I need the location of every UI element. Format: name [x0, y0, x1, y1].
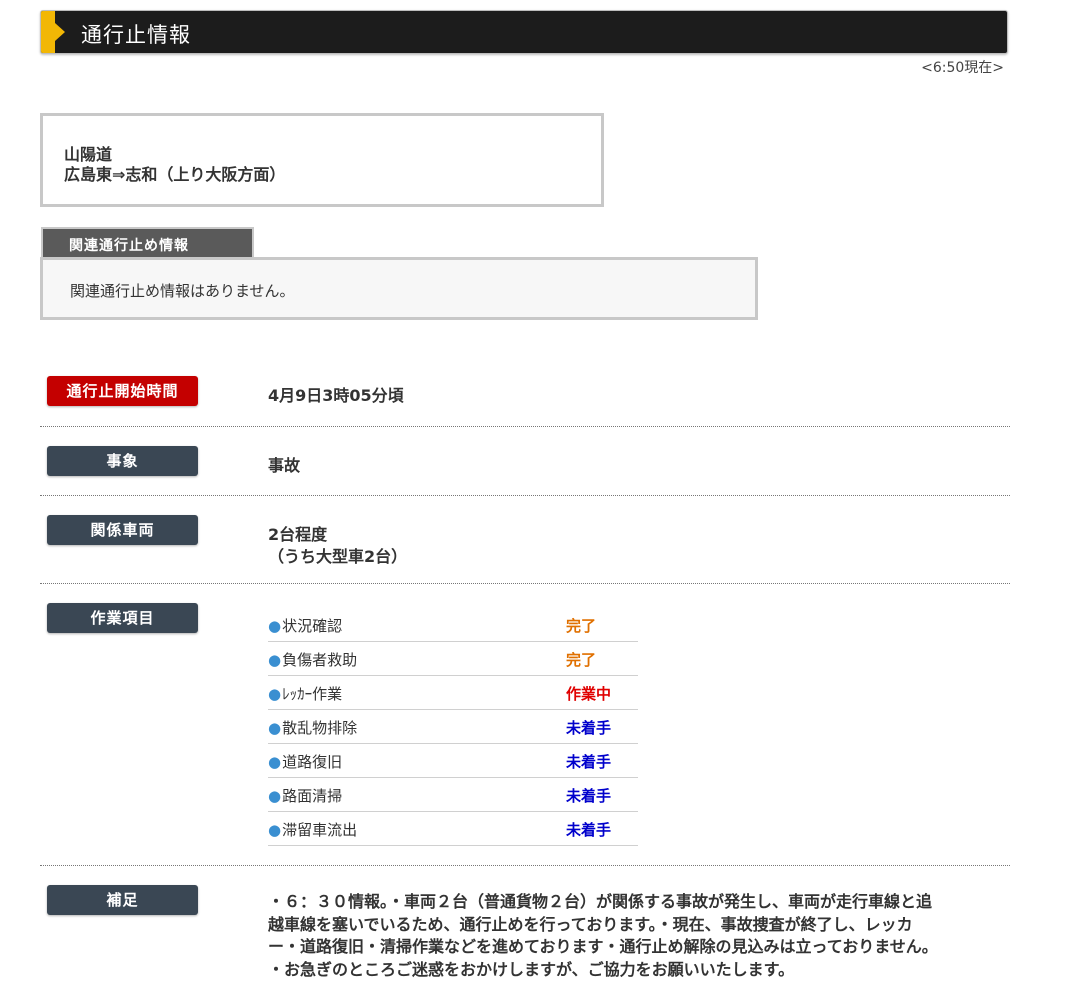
bullet-dot-icon: ●	[268, 719, 282, 737]
task-name: ●滞留車流出	[268, 819, 357, 840]
task-row: ●散乱物排除 未着手	[268, 710, 638, 744]
bullet-dot-icon: ●	[268, 685, 282, 703]
task-name: ●負傷者救助	[268, 649, 357, 670]
task-status: 未着手	[566, 787, 612, 805]
task-name-text: 道路復旧	[282, 753, 343, 771]
task-name-text: 散乱物排除	[282, 719, 358, 737]
task-row: ●路面清掃 未着手	[268, 778, 638, 812]
divider	[40, 495, 1010, 496]
page-title: 通行止情報	[81, 23, 191, 47]
task-row: ●ﾚｯｶｰ作業 作業中	[268, 676, 638, 710]
task-name: ●散乱物排除	[268, 717, 357, 738]
task-row: ●滞留車流出 未着手	[268, 812, 638, 846]
task-status: 作業中	[566, 685, 612, 703]
task-name: ●路面清掃	[268, 785, 342, 806]
vehicles-count: 2台程度	[268, 525, 328, 544]
supplement-text: ・６：３０情報。・車両２台（普通貨物２台）が関係する事故が発生し、車両が走行車線…	[268, 891, 1008, 981]
task-name-text: 路面清掃	[282, 787, 343, 805]
task-status: 完了	[566, 651, 597, 669]
supplement-line: ・６：３０情報。・車両２台（普通貨物２台）が関係する事故が発生し、車両が走行車線…	[268, 892, 933, 911]
bullet-dot-icon: ●	[268, 651, 282, 669]
supplement-line: 越車線を塞いでいるため、通行止めを行っております。・現在、事故捜査が終了し、レッ…	[268, 914, 913, 934]
task-status: 未着手	[566, 821, 612, 839]
task-status: 未着手	[566, 719, 612, 737]
divider	[40, 865, 1010, 866]
task-name-text: 滞留車流出	[282, 821, 358, 839]
route-info-box: 山陽道 広島東⇒志和（上り大阪方面）	[40, 113, 604, 207]
tasks-label: 作業項目	[47, 603, 198, 633]
start-time-label: 通行止開始時間	[47, 376, 198, 406]
bullet-dot-icon: ●	[268, 821, 282, 839]
vehicles-breakdown: （うち大型車2台）	[268, 547, 408, 566]
related-closure-tab: 関連通行止め情報	[41, 227, 254, 259]
task-row: ●道路復旧 未着手	[268, 744, 638, 778]
task-name-text: ﾚｯｶｰ作業	[282, 685, 343, 703]
event-value: 事故	[268, 456, 301, 475]
bullet-dot-icon: ●	[268, 787, 282, 805]
task-row: ●負傷者救助 完了	[268, 642, 638, 676]
event-label: 事象	[47, 446, 198, 476]
supplement-label: 補足	[47, 885, 198, 915]
supplement-line: ー・道路復旧・清掃作業などを進めております・通行止め解除の見込みは立っておりませ…	[268, 937, 938, 956]
task-name: ●状況確認	[268, 615, 342, 636]
divider	[40, 583, 1010, 584]
bullet-dot-icon: ●	[268, 617, 282, 635]
update-timestamp: <6:50現在>	[921, 60, 1004, 76]
supplement-line: ・お急ぎのところご迷惑をおかけしますが、ご協力をお願いいたします。	[268, 959, 795, 979]
vehicles-label: 関係車両	[47, 515, 198, 545]
page-header: 通行止情報	[40, 10, 1008, 54]
task-name: ●道路復旧	[268, 751, 342, 772]
task-status: 未着手	[566, 753, 612, 771]
related-closure-message: 関連通行止め情報はありません。	[70, 282, 295, 300]
divider	[40, 426, 1010, 427]
route-section: 広島東⇒志和（上り大阪方面）	[64, 165, 286, 184]
task-name-text: 状況確認	[282, 617, 343, 635]
task-name-text: 負傷者救助	[282, 651, 358, 669]
task-row: ●状況確認 完了	[268, 608, 638, 642]
header-accent-icon	[41, 11, 65, 53]
task-name: ●ﾚｯｶｰ作業	[268, 683, 342, 704]
related-closure-box: 関連通行止め情報はありません。	[40, 257, 758, 320]
bullet-dot-icon: ●	[268, 753, 282, 771]
task-status: 完了	[566, 617, 597, 635]
start-time-value: 4月9日3時05分頃	[268, 386, 404, 405]
